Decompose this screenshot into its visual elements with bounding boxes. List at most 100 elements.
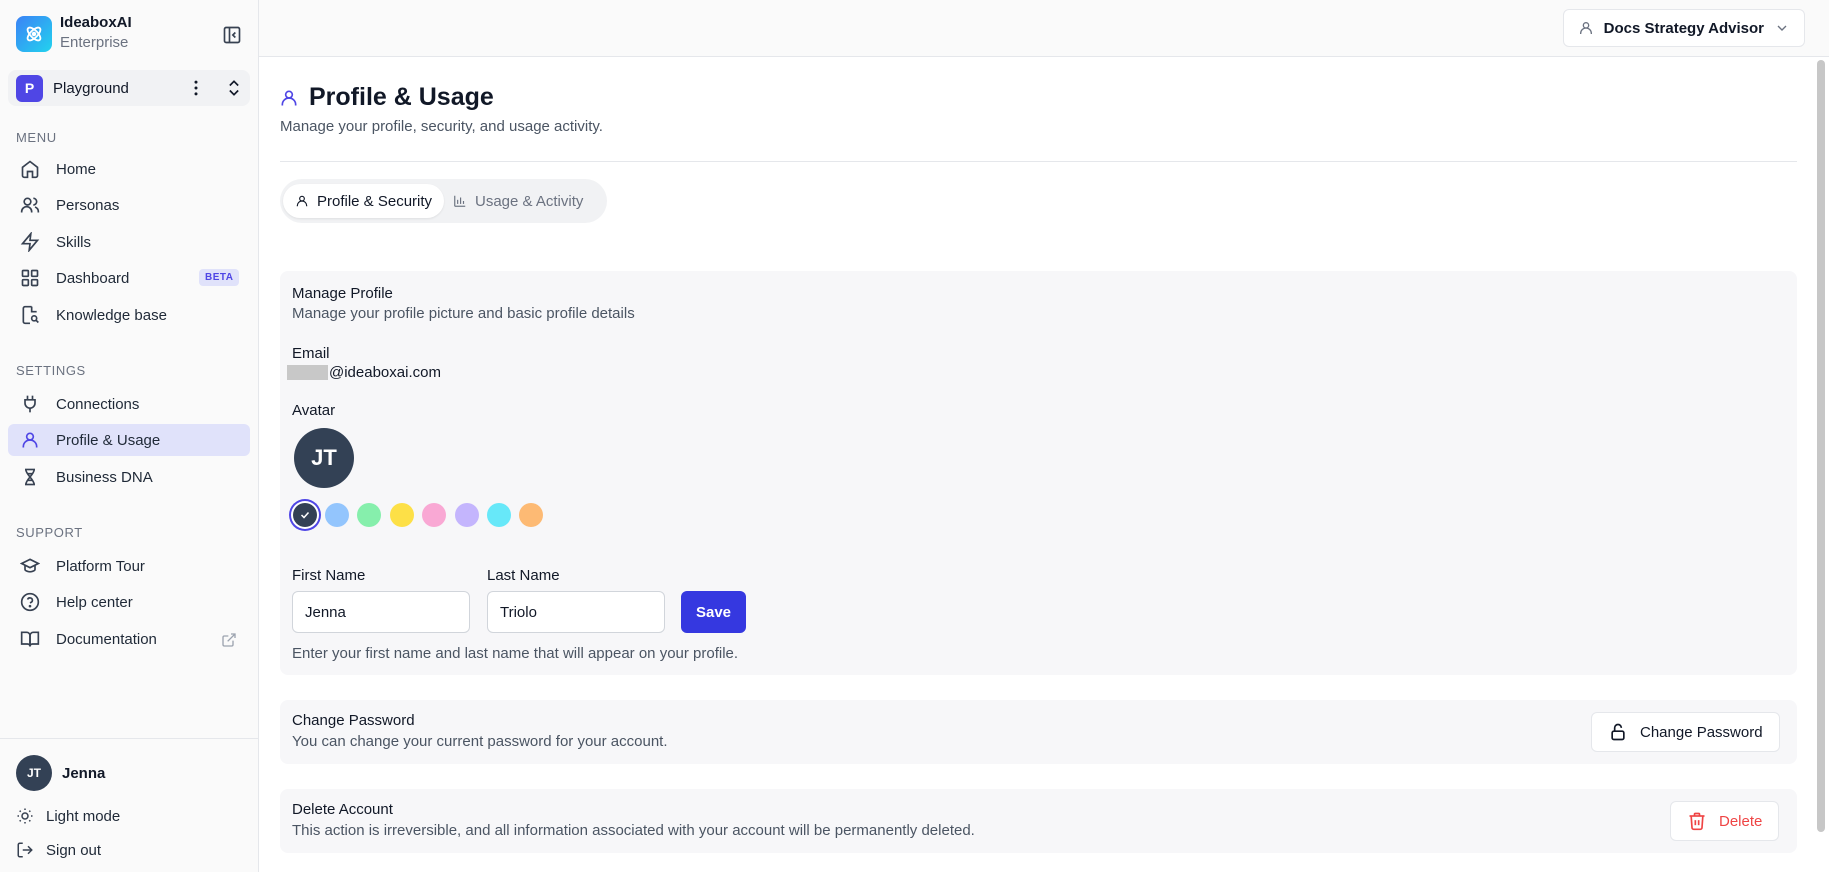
card-title: Manage Profile xyxy=(292,285,393,302)
user-icon xyxy=(20,430,40,450)
delete-label: Delete xyxy=(1719,812,1763,830)
top-bar: Docs Strategy Advisor xyxy=(259,0,1829,57)
scrollbar[interactable] xyxy=(1817,60,1825,832)
trash-icon xyxy=(1687,811,1707,831)
graduation-cap-icon xyxy=(20,556,40,576)
avatar-color-swatch[interactable] xyxy=(390,503,414,527)
sidebar-item-label: Profile & Usage xyxy=(56,431,161,449)
sidebar-item-skills[interactable]: Skills xyxy=(8,226,250,258)
change-password-card: Change Password You can change your curr… xyxy=(280,700,1797,764)
sign-out-button[interactable]: Sign out xyxy=(16,841,101,859)
sidebar-item-home[interactable]: Home xyxy=(8,153,250,185)
avatar-preview: JT xyxy=(294,428,354,488)
delete-account-button[interactable]: Delete xyxy=(1670,801,1780,841)
persona-selector[interactable]: Docs Strategy Advisor xyxy=(1562,9,1805,47)
sidebar-item-label: Documentation xyxy=(56,630,157,648)
workspace-switcher[interactable]: P Playground xyxy=(8,70,250,106)
brand-plan: Enterprise xyxy=(60,34,129,51)
sidebar-item-label: Home xyxy=(56,160,97,178)
zap-icon xyxy=(20,232,40,252)
avatar-label: Avatar xyxy=(292,402,336,419)
tab-label: Usage & Activity xyxy=(475,192,584,210)
light-mode-toggle[interactable]: Light mode xyxy=(16,807,120,825)
log-out-icon xyxy=(16,841,34,859)
name-hint: Enter your first name and last name that… xyxy=(292,645,739,662)
card-description: You can change your current password for… xyxy=(292,733,668,750)
lock-icon xyxy=(1608,722,1628,742)
sidebar-item-documentation[interactable]: Documentation xyxy=(8,623,250,655)
workspace-name: Playground xyxy=(53,79,129,97)
avatar-color-swatch[interactable] xyxy=(422,503,446,527)
sign-out-label: Sign out xyxy=(46,841,102,859)
divider xyxy=(280,161,1797,162)
email-label: Email xyxy=(292,345,330,362)
email-value: @ideaboxai.com xyxy=(287,364,441,381)
grid-icon xyxy=(20,268,40,288)
avatar-color-swatch[interactable] xyxy=(357,503,381,527)
avatar: JT xyxy=(16,755,52,791)
users-icon xyxy=(20,195,40,215)
tab-usage-activity[interactable]: Usage & Activity xyxy=(441,184,595,218)
check-icon xyxy=(299,509,311,521)
tab-label: Profile & Security xyxy=(317,192,433,210)
page-header: Profile & Usage xyxy=(279,83,494,112)
card-title: Delete Account xyxy=(292,801,393,818)
sidebar-item-label: Knowledge base xyxy=(56,306,167,324)
brand-logo-icon xyxy=(16,16,52,52)
chevron-down-icon xyxy=(1774,20,1790,36)
sidebar-item-business-dna[interactable]: Business DNA xyxy=(8,461,250,493)
sidebar-item-label: Platform Tour xyxy=(56,557,145,575)
last-name-label: Last Name xyxy=(487,567,560,584)
sidebar-item-label: Connections xyxy=(56,395,140,413)
help-circle-icon xyxy=(20,592,40,612)
sidebar-item-knowledge-base[interactable]: Knowledge base xyxy=(8,299,250,331)
sidebar-item-personas[interactable]: Personas xyxy=(8,189,250,221)
persona-name: Docs Strategy Advisor xyxy=(1603,19,1764,37)
home-icon xyxy=(20,159,40,179)
avatar-color-swatch[interactable] xyxy=(519,503,543,527)
manage-profile-card: Manage Profile Manage your profile pictu… xyxy=(280,271,1797,675)
avatar-color-swatch[interactable] xyxy=(293,503,317,527)
external-link-icon xyxy=(221,632,237,648)
dna-icon xyxy=(20,467,40,487)
brand: IdeaboxAI Enterprise xyxy=(16,14,132,54)
save-button[interactable]: Save xyxy=(681,591,746,633)
tab-bar: Profile & Security Usage & Activity xyxy=(280,179,607,223)
book-search-icon xyxy=(20,305,40,325)
avatar-color-swatch[interactable] xyxy=(325,503,349,527)
page-subtitle: Manage your profile, security, and usage… xyxy=(280,118,603,135)
sidebar-item-label: Dashboard xyxy=(56,269,130,287)
sidebar-item-profile-usage[interactable]: Profile & Usage xyxy=(8,424,250,456)
support-section-label: SUPPORT xyxy=(16,525,83,540)
email-domain: @ideaboxai.com xyxy=(329,364,441,381)
user-icon xyxy=(295,194,309,208)
light-mode-label: Light mode xyxy=(46,807,121,825)
change-password-label: Change Password xyxy=(1640,723,1763,741)
change-password-button[interactable]: Change Password xyxy=(1591,712,1780,752)
sidebar-item-connections[interactable]: Connections xyxy=(8,388,250,420)
first-name-label: First Name xyxy=(292,567,366,584)
sidebar-item-platform-tour[interactable]: Platform Tour xyxy=(8,550,250,582)
first-name-input[interactable] xyxy=(292,591,470,633)
brand-name: IdeaboxAI xyxy=(60,14,132,31)
card-description: This action is irreversible, and all inf… xyxy=(292,822,975,839)
collapse-sidebar-icon[interactable] xyxy=(222,25,244,47)
more-vertical-icon[interactable] xyxy=(186,78,206,98)
avatar-color-swatch[interactable] xyxy=(487,503,511,527)
tab-profile-security[interactable]: Profile & Security xyxy=(283,184,445,218)
user-profile[interactable]: JT Jenna xyxy=(16,755,105,791)
chevrons-up-down-icon[interactable] xyxy=(224,78,244,98)
sidebar-item-label: Help center xyxy=(56,593,133,611)
avatar-color-swatch[interactable] xyxy=(455,503,479,527)
sidebar-item-label: Personas xyxy=(56,196,120,214)
sidebar-item-dashboard[interactable]: Dashboard BETA xyxy=(8,262,250,294)
book-open-icon xyxy=(20,629,40,649)
redacted-block xyxy=(287,365,328,380)
user-icon xyxy=(279,88,299,108)
card-title: Change Password xyxy=(292,712,415,729)
last-name-input[interactable] xyxy=(487,591,665,633)
sidebar-item-help-center[interactable]: Help center xyxy=(8,586,250,618)
page-title: Profile & Usage xyxy=(309,83,494,111)
settings-section-label: SETTINGS xyxy=(16,363,86,378)
plug-icon xyxy=(20,394,40,414)
